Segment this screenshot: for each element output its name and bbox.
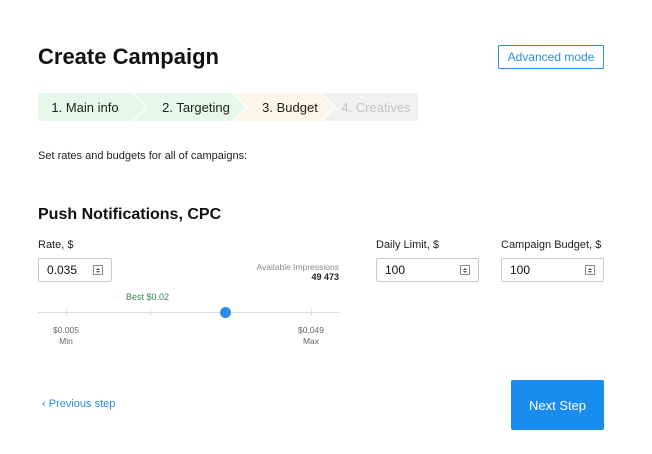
campaign-budget-label: Campaign Budget, $	[501, 239, 602, 251]
rate-slider-track[interactable]	[38, 312, 339, 313]
previous-step-label: Previous step	[48, 398, 116, 410]
next-step-button[interactable]: Next Step	[511, 380, 604, 430]
daily-limit-label: Daily Limit, $	[376, 239, 439, 251]
spinner-arrows-icon[interactable]	[585, 265, 595, 275]
slider-tick-min	[66, 309, 67, 316]
previous-step-link[interactable]: ‹ Previous step	[42, 398, 115, 410]
campaign-budget-value: 100	[510, 263, 531, 277]
chevron-left-icon: ‹	[42, 398, 46, 410]
daily-limit-input[interactable]: 100	[376, 258, 479, 282]
best-rate-label: Best $0.02	[126, 292, 170, 302]
slider-max-value: $0.049	[298, 325, 324, 335]
section-title: Push Notifications, CPC	[38, 206, 222, 223]
rate-label: Rate, $	[38, 239, 74, 251]
spinner-arrows-icon[interactable]	[460, 265, 470, 275]
slider-tick-max	[311, 309, 312, 316]
slider-min-value: $0.005	[53, 325, 79, 335]
slider-max-label: Max	[302, 336, 320, 346]
campaign-budget-input[interactable]: 100	[501, 258, 604, 282]
step-main-info[interactable]: 1. Main info	[38, 93, 146, 121]
step-targeting[interactable]: 2. Targeting	[134, 93, 246, 121]
slider-tick-best	[150, 309, 151, 316]
description-text: Set rates and budgets for all of campaig…	[38, 150, 248, 162]
available-impressions-value: 49 473	[311, 272, 339, 282]
slider-min-label: Min	[59, 336, 73, 346]
advanced-mode-button[interactable]: Advanced mode	[498, 45, 604, 69]
rate-value: 0.035	[47, 263, 78, 277]
step-creatives: 4. Creatives	[322, 93, 418, 121]
daily-limit-value: 100	[385, 263, 406, 277]
step-budget[interactable]: 3. Budget	[234, 93, 334, 121]
rate-input[interactable]: 0.035	[38, 258, 112, 282]
rate-slider-handle[interactable]	[219, 307, 231, 318]
available-impressions-label: Available Impressions	[256, 262, 339, 272]
page-title: Create Campaign	[38, 44, 219, 69]
spinner-arrows-icon[interactable]	[93, 265, 103, 275]
